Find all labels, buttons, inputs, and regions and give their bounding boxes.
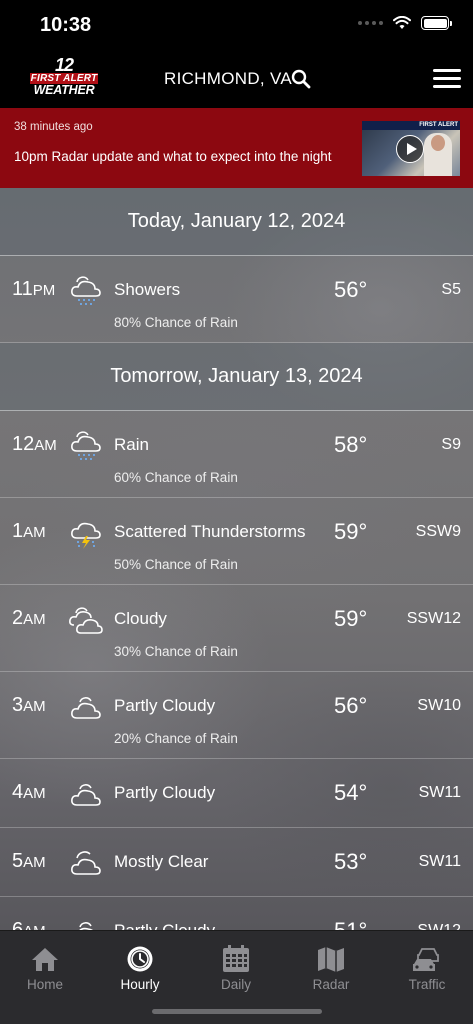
hamburger-menu-icon[interactable]: [433, 69, 461, 91]
location-label[interactable]: RICHMOND, VA: [164, 69, 292, 89]
cellular-signal-icon: [358, 21, 383, 25]
hour-condition: Partly Cloudy: [114, 696, 216, 715]
hour-row[interactable]: 12AM Rain 58° S9 60% Chance of Rain: [0, 411, 473, 498]
hour-wind: SSW12: [406, 610, 461, 627]
tab-daily[interactable]: Daily: [201, 945, 271, 992]
rain-cloud-icon: [71, 276, 101, 305]
partly-cloudy-icon: [79, 922, 93, 930]
first-alert-weather-logo[interactable]: 12 FIRST ALERT WEATHER: [30, 55, 98, 98]
hour-time: 11PM: [12, 278, 56, 300]
hour-condition: Partly Cloudy: [114, 783, 216, 802]
hour-rain-chance: 60% Chance of Rain: [114, 470, 238, 485]
hour-temperature: 51°: [334, 918, 367, 930]
hour-row[interactable]: 3AM Partly Cloudy 56° SW10 20% Chance of…: [0, 672, 473, 759]
hour-wind: S9: [441, 436, 461, 453]
tab-home[interactable]: Home: [10, 945, 80, 992]
tab-label: Hourly: [120, 977, 160, 992]
app-header: 12 FIRST ALERT WEATHER RICHMOND, VA: [0, 52, 473, 108]
hour-rain-chance: 20% Chance of Rain: [114, 731, 238, 746]
hour-time: 3AM: [12, 694, 46, 716]
hour-row[interactable]: 6AM Partly Cloudy 51° SW12: [0, 897, 473, 930]
hour-temperature: 56°: [334, 693, 368, 718]
hourly-forecast-list[interactable]: Today, January 12, 2024 11PM Showers 56°…: [0, 188, 473, 930]
logo-line2: WEATHER: [33, 83, 95, 97]
hour-wind: SW10: [417, 697, 461, 714]
car-icon: [413, 948, 439, 971]
hour-temperature: 53°: [334, 849, 368, 874]
tab-label: Radar: [312, 977, 350, 992]
hour-temperature: 56°: [334, 277, 368, 302]
hour-temperature: 58°: [334, 432, 368, 457]
hour-condition: Rain: [114, 435, 149, 454]
news-headline[interactable]: 10pm Radar update and what to expect int…: [14, 149, 331, 164]
hour-rain-chance: 50% Chance of Rain: [114, 557, 238, 572]
date-header: Tomorrow, January 13, 2024: [0, 343, 473, 411]
partly-cloudy-icon: [71, 784, 101, 806]
news-video-thumbnail[interactable]: FIRST ALERT: [362, 121, 460, 176]
hour-condition: Partly Cloudy: [114, 921, 215, 930]
hour-time: 6AM: [12, 919, 46, 930]
calendar-icon: [223, 945, 249, 972]
wifi-icon: [393, 16, 411, 29]
logo-number: 12: [54, 55, 74, 75]
hour-rain-chance: 80% Chance of Rain: [114, 315, 238, 330]
map-icon: [318, 947, 344, 972]
tab-label: Daily: [220, 977, 251, 992]
rain-cloud-icon: [71, 431, 101, 460]
tab-traffic[interactable]: Traffic: [392, 945, 462, 992]
hour-time: 5AM: [12, 850, 46, 872]
hour-condition: Cloudy: [114, 609, 167, 628]
hour-temperature: 54°: [334, 780, 368, 805]
status-time: 10:38: [40, 14, 92, 36]
home-icon: [32, 948, 58, 971]
hour-condition: Mostly Clear: [114, 852, 209, 871]
hour-time: 12AM: [12, 433, 57, 455]
thumbnail-tag: FIRST ALERT: [419, 122, 458, 128]
hour-condition: Showers: [114, 280, 181, 299]
search-icon[interactable]: [291, 69, 311, 89]
hour-row[interactable]: 5AM Mostly Clear 53° SW11: [0, 828, 473, 897]
battery-icon: [421, 16, 452, 30]
hour-wind: S5: [441, 281, 461, 298]
home-indicator[interactable]: [152, 1009, 322, 1014]
hour-row[interactable]: 2AM Cloudy 59° SSW12 30% Chance of Rain: [0, 585, 473, 672]
mostly-clear-icon: [71, 851, 101, 875]
hour-temperature: 59°: [334, 519, 368, 544]
thunderstorm-icon: [71, 522, 101, 549]
news-banner[interactable]: 38 minutes ago 10pm Radar update and wha…: [0, 108, 473, 188]
hour-temperature: 59°: [334, 606, 368, 631]
tab-hourly[interactable]: Hourly: [105, 945, 175, 992]
hour-time: 1AM: [12, 520, 46, 542]
tab-label: Traffic: [408, 977, 446, 992]
hour-wind: SSW9: [415, 523, 461, 540]
hour-time: 2AM: [12, 607, 46, 629]
tab-label: Home: [26, 977, 63, 992]
date-header: Today, January 12, 2024: [0, 188, 473, 256]
cloudy-icon: [69, 607, 103, 634]
play-icon[interactable]: [396, 135, 424, 163]
clock-icon: [127, 946, 153, 972]
bottom-tab-bar: Home Hourly Daily Radar Traffic: [0, 930, 473, 1024]
hour-wind: SW11: [418, 853, 461, 870]
partly-cloudy-icon: [71, 697, 101, 719]
hour-rain-chance: 30% Chance of Rain: [114, 644, 238, 659]
tab-radar[interactable]: Radar: [296, 945, 366, 992]
status-icons: [358, 16, 452, 30]
news-age: 38 minutes ago: [14, 121, 93, 133]
hour-row[interactable]: 4AM Partly Cloudy 54° SW11: [0, 759, 473, 828]
hour-condition: Scattered Thunderstorms: [114, 522, 306, 541]
hour-wind: SW12: [417, 922, 461, 930]
hour-wind: SW11: [418, 784, 461, 801]
status-bar: 10:38: [0, 0, 473, 52]
hour-time: 4AM: [12, 781, 46, 803]
hour-row[interactable]: 11PM Showers 56° S5 80% Chance of Rain: [0, 256, 473, 343]
hour-row[interactable]: 1AM Scattered Thunderstorms 59° SSW9 50%…: [0, 498, 473, 585]
